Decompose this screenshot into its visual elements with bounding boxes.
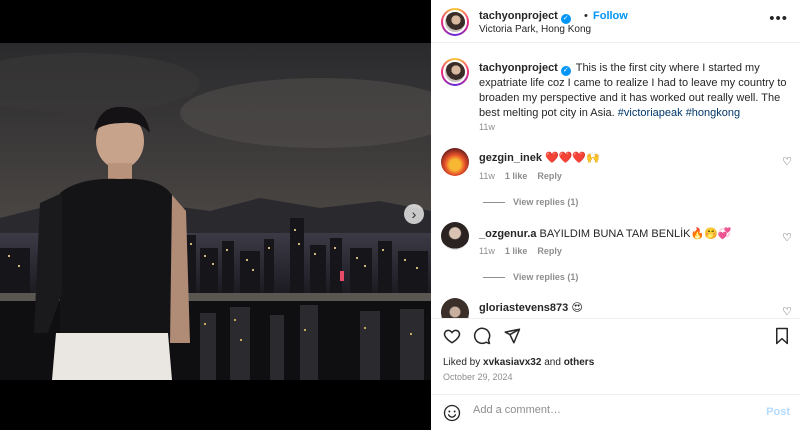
comment-text: ❤️❤️❤️🙌 [545,152,600,164]
like-heart-icon[interactable] [443,327,461,350]
comment-meta: 11w 1 like Reply [479,246,562,256]
more-options-icon[interactable]: ••• [769,10,788,27]
replies-divider [483,276,505,278]
post-header: tachyonproject ✓ • Follow Victoria Park, … [431,0,800,43]
commenter-avatar[interactable] [441,222,469,250]
hashtag-link[interactable]: #hongkong [686,107,740,119]
caption-timestamp: 11w [479,122,495,132]
reply-button[interactable]: Reply [537,171,562,181]
verified-badge-icon: ✓ [560,14,571,24]
commenter-avatar[interactable] [441,298,469,318]
author-username[interactable]: tachyonproject ✓ [479,10,571,24]
likes-summary: Liked by xvkasiavx32 and others [443,357,595,368]
add-comment-bar: Post [431,394,800,430]
save-bookmark-icon[interactable] [774,327,790,350]
comment-meta: 11w 1 like Reply [479,171,562,181]
caption-username[interactable]: tachyonproject ✓ [479,62,571,76]
instagram-post-modal: › tachyonproject ✓ • Follow Victoria Park… [0,0,800,430]
post-comment-button[interactable]: Post [766,406,790,418]
like-comment-heart-icon[interactable]: ♡ [782,305,792,318]
comment-likes[interactable]: 1 like [505,246,528,256]
like-comment-heart-icon[interactable]: ♡ [782,155,792,168]
comment-likes[interactable]: 1 like [505,171,528,181]
comment-time: 11w [479,246,495,256]
night-city-photo [0,43,431,380]
post-photo [0,43,431,380]
hashtag-link[interactable]: #victoriapeak [618,107,683,119]
comment-username[interactable]: gloriastevens873 [479,302,568,314]
comment-item: gezgin_inek ❤️❤️❤️🙌 [479,151,600,164]
follow-button[interactable]: Follow [593,10,628,22]
verified-badge-icon: ✓ [560,66,571,76]
reply-button[interactable]: Reply [537,246,562,256]
post-details-panel: tachyonproject ✓ • Follow Victoria Park, … [431,0,800,430]
comment-time: 11w [479,171,495,181]
post-actions-bar [431,318,800,352]
commenter-avatar[interactable] [441,148,469,176]
view-replies-button[interactable]: View replies (1) [483,197,578,207]
comment-text: BAYILDIM BUNA TAM BENLİK🔥🤭💞 [539,228,732,240]
separator-dot: • [584,10,588,22]
replies-divider [483,201,505,203]
comment-username[interactable]: _ozgenur.a [479,228,536,240]
add-comment-input[interactable] [473,404,753,416]
author-avatar[interactable] [441,8,469,36]
likes-others-link[interactable]: others [564,357,595,368]
comment-item: gloriastevens873 😍 [479,301,583,314]
like-comment-heart-icon[interactable]: ♡ [782,231,792,244]
chevron-right-icon: › [411,206,417,222]
emoji-picker-icon[interactable] [443,404,461,427]
carousel-next-button[interactable]: › [404,204,424,224]
share-send-icon[interactable] [503,327,521,350]
post-date: October 29, 2024 [443,372,513,382]
comment-text: 😍 [571,302,583,314]
caption-author-avatar[interactable] [441,58,469,86]
comment-item: _ozgenur.a BAYILDIM BUNA TAM BENLİK🔥🤭💞 [479,227,732,240]
post-media: › [0,0,431,430]
post-caption: tachyonproject ✓ This is the first city w… [479,61,789,121]
view-replies-button[interactable]: View replies (1) [483,272,578,282]
comment-bubble-icon[interactable] [473,327,491,350]
liker-username[interactable]: xvkasiavx32 [483,357,541,368]
comment-username[interactable]: gezgin_inek [479,152,542,164]
post-location[interactable]: Victoria Park, Hong Kong [479,24,591,35]
